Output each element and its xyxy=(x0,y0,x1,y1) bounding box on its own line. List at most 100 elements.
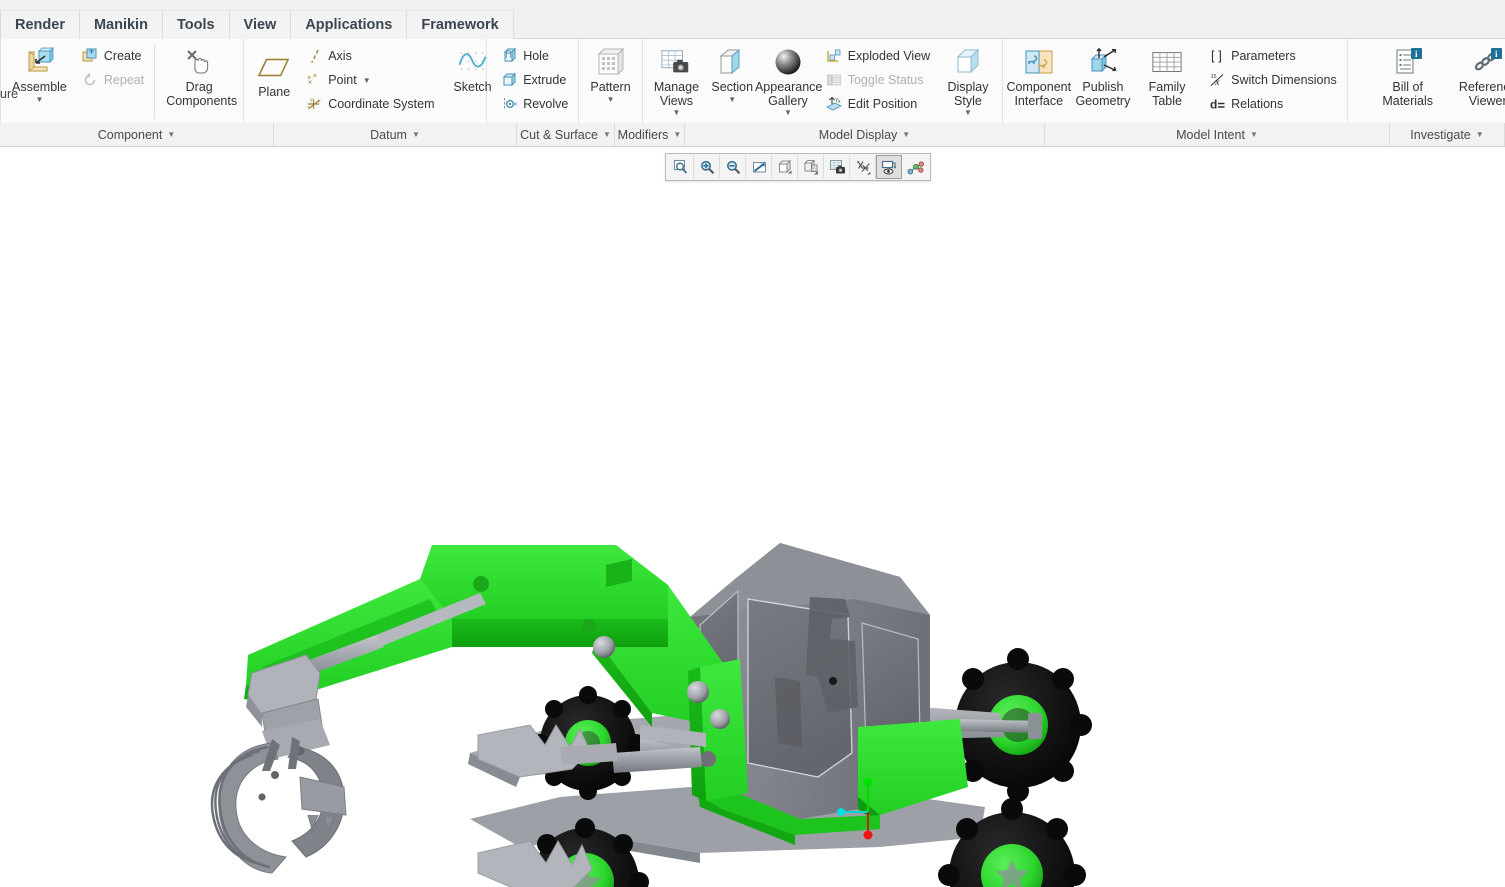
create-icon xyxy=(82,48,99,65)
revolve-button[interactable]: Revolve xyxy=(497,92,574,116)
exploded-view-label: Exploded View xyxy=(847,49,931,63)
pattern-label: Pattern xyxy=(590,80,631,94)
group-label-modifiers[interactable]: Modifiers ▼ xyxy=(615,123,685,146)
point-button[interactable]: × × × Point ▼ xyxy=(302,68,440,92)
parameters-button[interactable]: [ ] Parameters xyxy=(1205,44,1343,68)
switch-dimensions-button[interactable]: 15 x Switch Dimensions xyxy=(1205,68,1343,92)
family-table-icon xyxy=(1151,47,1183,79)
ribbon-group-datum: Plane Axis × × × Point ▼ y z x Coordinat… xyxy=(244,39,492,123)
cad-model-forwarder[interactable] xyxy=(0,147,1505,887)
svg-text:x: x xyxy=(318,99,321,104)
group-label-text: Investigate xyxy=(1410,127,1471,142)
create-button[interactable]: Create xyxy=(78,44,150,68)
hole-button[interactable]: Hole xyxy=(497,44,574,68)
group-label-investigate[interactable]: Investigate ▼ xyxy=(1390,123,1505,146)
create-label: Create xyxy=(103,49,142,63)
ribbon-group-model-display: Manage Views ▼ Section ▼ Appearance Gall… xyxy=(643,39,1003,123)
appearance-gallery-icon xyxy=(772,47,804,79)
tab-manikin[interactable]: Manikin xyxy=(79,10,163,39)
relations-label: Relations xyxy=(1231,97,1284,111)
group-chevron-down-icon[interactable]: ▼ xyxy=(412,130,420,139)
pattern-chevron-down-icon[interactable]: ▼ xyxy=(607,95,615,104)
edit-position-button[interactable]: y x Edit Position xyxy=(822,92,936,116)
assemble-icon xyxy=(23,47,55,79)
group-chevron-down-icon[interactable]: ▼ xyxy=(603,130,611,139)
section-button[interactable]: Section ▼ xyxy=(706,43,758,105)
component-interface-icon xyxy=(1023,47,1055,79)
tab-applications[interactable]: Applications xyxy=(291,10,408,39)
reference-viewer-label: Reference Viewer xyxy=(1458,80,1505,108)
section-chevron-down-icon[interactable]: ▼ xyxy=(728,95,736,104)
coordinate-system-label: Coordinate System xyxy=(328,97,435,111)
tab-tools[interactable]: Tools xyxy=(162,10,230,39)
svg-text:×: × xyxy=(313,72,317,80)
bill-of-materials-label: Bill of Materials xyxy=(1382,80,1434,108)
display-style-chevron-down-icon[interactable]: ▼ xyxy=(964,109,972,117)
svg-text:x: x xyxy=(838,99,841,105)
toggle-status-label: Toggle Status xyxy=(847,73,924,87)
tab-label: Applications xyxy=(305,17,393,33)
clipped-left-label: ure xyxy=(0,87,19,101)
group-label-model-display[interactable]: Model Display ▼ xyxy=(685,123,1045,146)
axis-icon xyxy=(306,48,323,65)
exploded-view-icon xyxy=(826,48,843,65)
tab-view[interactable]: View xyxy=(229,10,292,39)
point-chevron-down-icon[interactable]: ▼ xyxy=(363,76,371,85)
graphics-viewport[interactable]: × × xyxy=(0,147,1505,887)
display-style-icon xyxy=(952,47,984,79)
assemble-chevron-down-icon[interactable]: ▼ xyxy=(35,95,43,104)
ribbon-group-investigate: i Bill of Materials i Referen Viewer xyxy=(1348,39,1505,123)
group-chevron-down-icon[interactable]: ▼ xyxy=(902,130,910,139)
manage-views-button[interactable]: Manage Views ▼ xyxy=(647,43,707,118)
group-label-datum[interactable]: Datum ▼ xyxy=(274,123,517,146)
tab-label: Render xyxy=(15,17,65,33)
revolve-icon xyxy=(501,96,518,113)
group-label-text: Model Intent xyxy=(1176,127,1245,142)
tab-render[interactable]: Render xyxy=(0,10,80,39)
pattern-icon xyxy=(595,47,627,79)
manage-views-chevron-down-icon[interactable]: ▼ xyxy=(672,109,680,117)
switch-dimensions-label: Switch Dimensions xyxy=(1231,73,1337,87)
family-table-button[interactable]: Family Table xyxy=(1135,43,1199,109)
coordinate-system-button[interactable]: y z x Coordinate System xyxy=(302,92,440,116)
group-chevron-down-icon[interactable]: ▼ xyxy=(1250,130,1258,139)
tab-label: View xyxy=(243,17,277,33)
extrude-icon xyxy=(501,72,518,89)
group-label-text: Modifiers xyxy=(617,127,669,142)
hole-icon xyxy=(501,48,518,65)
tab-framework[interactable]: Framework xyxy=(407,10,514,39)
appearance-gallery-button[interactable]: Appearance Gallery ▼ xyxy=(755,43,822,118)
grapple-claw xyxy=(210,654,347,874)
svg-text:d: d xyxy=(1210,98,1217,112)
exploded-view-button[interactable]: Exploded View xyxy=(822,44,936,68)
group-label-model-intent[interactable]: Model Intent ▼ xyxy=(1045,123,1390,146)
group-chevron-down-icon[interactable]: ▼ xyxy=(167,130,175,139)
relations-button[interactable]: d Relations xyxy=(1205,92,1343,116)
group-chevron-down-icon[interactable]: ▼ xyxy=(673,130,681,139)
switch-dimensions-icon: 15 x xyxy=(1209,72,1226,89)
extrude-button[interactable]: Extrude xyxy=(497,68,574,92)
component-interface-label: Component Interface xyxy=(1006,80,1072,108)
publish-geometry-button[interactable]: Publish Geometry xyxy=(1071,43,1135,109)
reference-viewer-button[interactable]: i Reference Viewer xyxy=(1448,43,1505,109)
group-chevron-down-icon[interactable]: ▼ xyxy=(1476,130,1484,139)
display-style-button[interactable]: Display Style ▼ xyxy=(938,43,998,118)
axis-button[interactable]: Axis xyxy=(302,44,440,68)
extrude-label: Extrude xyxy=(523,73,567,87)
appearance-gallery-chevron-down-icon[interactable]: ▼ xyxy=(784,109,792,117)
pattern-button[interactable]: Pattern ▼ xyxy=(583,43,637,105)
edit-position-label: Edit Position xyxy=(847,97,918,111)
group-label-cut-and-surface[interactable]: Cut & Surface ▼ xyxy=(517,123,615,146)
coordinate-system-icon: y z x xyxy=(306,96,323,113)
reference-viewer-icon: i xyxy=(1472,47,1504,79)
toggle-status-button: Toggle Status xyxy=(822,68,936,92)
drag-components-button[interactable]: Drag Components xyxy=(159,43,239,109)
drag-components-label: Drag Components xyxy=(166,80,238,108)
ribbon-tab-strip: Render Manikin Tools View Applications Framew… xyxy=(0,10,514,39)
bill-of-materials-button[interactable]: i Bill of Materials xyxy=(1368,43,1448,109)
plane-button[interactable]: Plane xyxy=(248,43,300,101)
ribbon-group-cut-and-surface: Hole Extrude Revolve xyxy=(487,39,580,123)
component-interface-button[interactable]: Component Interface xyxy=(1006,43,1072,109)
publish-geometry-icon xyxy=(1087,47,1119,79)
group-label-component[interactable]: Component ▼ xyxy=(0,123,274,146)
